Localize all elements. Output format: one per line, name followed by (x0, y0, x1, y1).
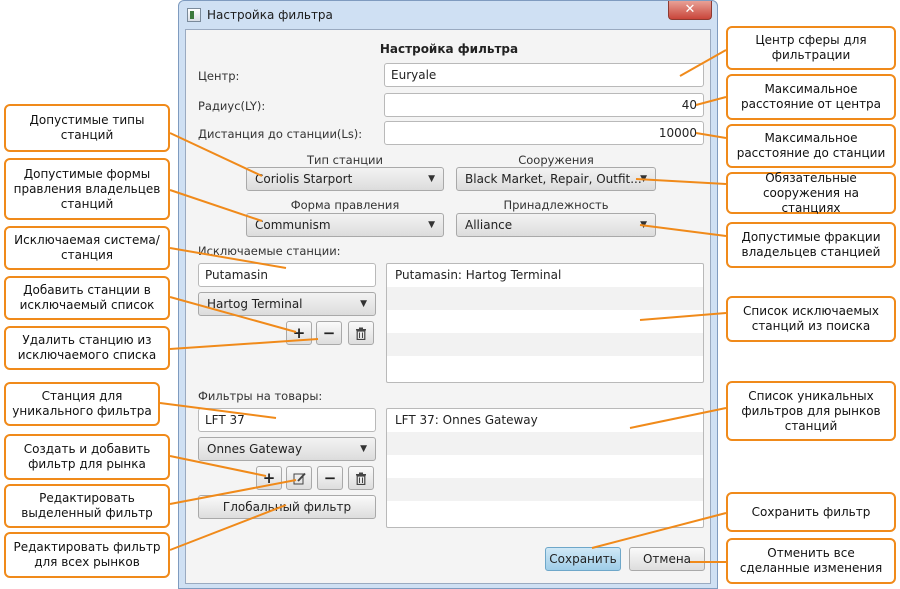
callout-save: Сохранить фильтр (726, 492, 896, 532)
connector-edit-selected (169, 479, 297, 505)
connector-station-types (169, 132, 263, 177)
connector-distance (695, 132, 727, 139)
callout-remove-excluded: Удалить станцию из исключаемого списка (4, 326, 170, 370)
callout-radius: Максимальное расстояние от центра (726, 74, 896, 120)
callout-add-excluded: Добавить станции в исключаемый список (4, 276, 170, 320)
connector-edit-all (169, 504, 287, 551)
callout-excluded-list: Список исключаемых станций из поиска (726, 296, 896, 342)
callout-edit-all: Редактировать фильтр для всех рынков (4, 532, 170, 578)
callout-edit-selected: Редактировать выделенный фильтр (4, 484, 170, 528)
connector-save (591, 512, 727, 549)
connector-center (679, 49, 727, 77)
connector-add-excluded (169, 296, 297, 333)
callout-unique-station: Станция для уникального фильтра (4, 382, 160, 426)
callout-center: Центр сферы для фильтрации (726, 26, 896, 70)
callout-cancel: Отменить все сделанные изменения (726, 538, 896, 584)
connector-create-market (169, 455, 267, 477)
callout-distance: Максимальное расстояние до станции (726, 124, 896, 168)
connector-remove-excluded (169, 338, 319, 350)
callout-excluded-system: Исключаемая система/станция (4, 226, 170, 270)
connector-allegiance (639, 224, 727, 237)
connector-excluded-system (169, 247, 287, 269)
connector-excluded-list (639, 312, 727, 321)
connector-radius (695, 96, 727, 106)
connector-goods-list (629, 407, 727, 429)
callout-goods-list: Список уникальных фильтров для рынков ст… (726, 381, 896, 441)
callout-station-types: Допустимые типы станций (4, 104, 170, 152)
callout-services: Обязательные сооружения на станциях (726, 171, 896, 215)
callout-allegiance: Допустимые фракции владельцев станцией (726, 222, 896, 268)
callout-create-market: Создать и добавить фильтр для рынка (4, 434, 170, 480)
callout-government: Допустимые формы правления владельцев ст… (4, 158, 170, 220)
connector-government (169, 189, 263, 222)
connector-services (635, 178, 727, 185)
connector-unique-station (159, 402, 277, 419)
